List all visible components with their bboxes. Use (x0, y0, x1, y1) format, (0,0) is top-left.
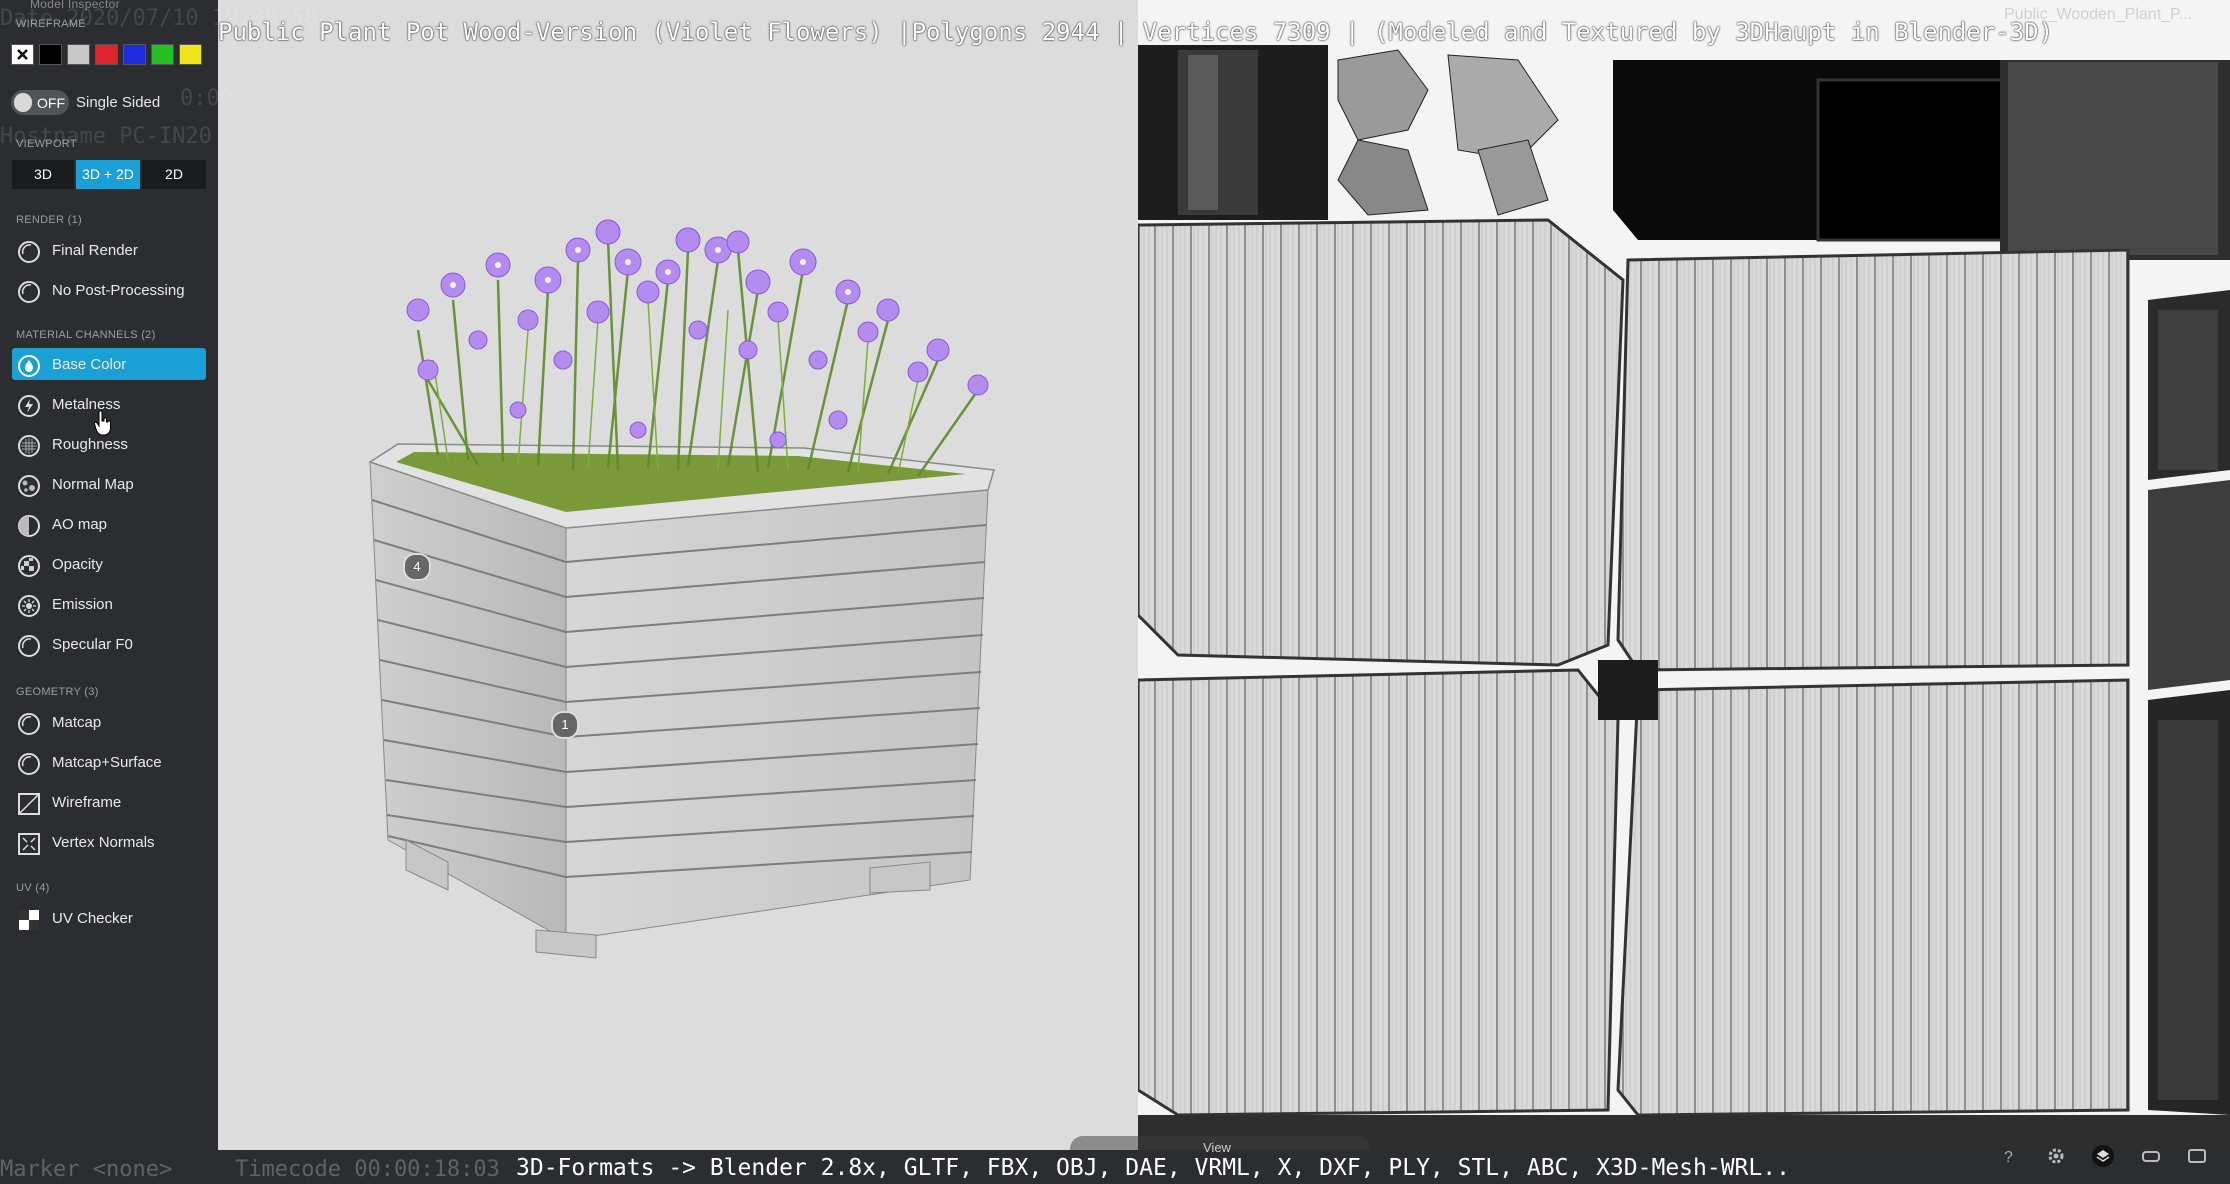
wireframe-color-yellow[interactable] (179, 44, 202, 65)
gear-icon[interactable] (2045, 1145, 2067, 1167)
item-label: Normal Map (52, 476, 134, 493)
time-overlay: 0:00 (180, 86, 233, 111)
model-title: Public Plant Pot Wood-Version (Violet Fl… (218, 18, 2054, 46)
fullscreen-icon[interactable] (2186, 1145, 2208, 1167)
geometry-matcap-surface[interactable]: Matcap+Surface (12, 746, 206, 778)
wireframe-color-none[interactable] (11, 44, 34, 65)
checker-icon (19, 910, 39, 930)
render-no-post-processing[interactable]: No Post-Processing (12, 274, 206, 306)
wireframe-icon (18, 793, 40, 815)
sphere-icon (18, 241, 40, 263)
viewport-2d-button[interactable]: 2D (142, 160, 206, 189)
toggle-knob (14, 93, 32, 112)
ao-icon (18, 515, 40, 537)
sun-icon (18, 595, 40, 617)
marker-overlay: Marker <none> (0, 1157, 173, 1182)
item-label: Vertex Normals (52, 834, 155, 851)
channel-base-color[interactable]: Base Color (12, 348, 206, 380)
geometry-matcap[interactable]: Matcap (12, 706, 206, 738)
annotation-marker[interactable]: 4 (403, 553, 431, 581)
viewport-3d-2d-button[interactable]: 3D + 2D (76, 160, 140, 189)
uv-section-title: UV (4) (16, 882, 50, 894)
item-label: Final Render (52, 242, 138, 259)
channel-ao-map[interactable]: AO map (12, 508, 206, 540)
planter-model (368, 219, 995, 959)
wireframe-color-green[interactable] (151, 44, 174, 65)
viewport-2d-uv[interactable] (1070, 0, 2230, 1162)
viewport-3d-button[interactable]: 3D (12, 160, 74, 189)
vr-headset-icon[interactable] (2140, 1145, 2162, 1167)
sphere-icon (18, 753, 40, 775)
layers-icon[interactable] (2092, 1145, 2114, 1167)
wireframe-color-gray[interactable] (67, 44, 90, 65)
sphere-icon (18, 635, 40, 657)
vertex-normals-icon (18, 833, 40, 855)
geometry-wireframe[interactable]: Wireframe (12, 786, 206, 818)
annotation-marker[interactable]: 1 (551, 711, 579, 739)
roughness-icon (18, 435, 40, 457)
item-label: Base Color (52, 356, 127, 373)
sphere-icon (18, 713, 40, 735)
uv-checker[interactable]: UV Checker (12, 902, 206, 934)
channel-emission[interactable]: Emission (12, 588, 206, 620)
render-final-render[interactable]: Final Render (12, 234, 206, 266)
viewport-3d[interactable]: 4 1 (218, 0, 1138, 1150)
timecode-overlay: Timecode 00:00:18:03 (235, 1157, 500, 1182)
single-sided-toggle[interactable]: OFF (11, 90, 69, 115)
hand-cursor-icon (94, 410, 111, 436)
color-drop-icon (18, 355, 40, 377)
item-label: Specular F0 (52, 636, 133, 653)
material-section-title: MATERIAL CHANNELS (2) (16, 329, 156, 341)
channel-normal-map[interactable]: Normal Map (12, 468, 206, 500)
render-section-title: RENDER (1) (16, 214, 82, 226)
metal-icon (18, 395, 40, 417)
single-sided-label: Single Sided (76, 94, 161, 111)
geometry-vertex-normals[interactable]: Vertex Normals (12, 826, 206, 858)
help-icon[interactable]: ? (1998, 1145, 2020, 1167)
item-label: Wireframe (52, 794, 122, 811)
toggle-state: OFF (37, 95, 65, 111)
item-label: Emission (52, 596, 113, 613)
geometry-section-title: GEOMETRY (3) (16, 686, 99, 698)
item-label: Opacity (52, 556, 103, 573)
wireframe-color-red[interactable] (95, 44, 118, 65)
date-overlay: Date 2020/07/10 19:38:58 (0, 6, 318, 31)
model-inspector-sidebar: Model Inspector WIREFRAME OFF Single Sid… (0, 0, 218, 1184)
uv-texture-map (1136, 45, 2230, 1150)
channel-specular-f0[interactable]: Specular F0 (12, 628, 206, 660)
formats-text: 3D-Formats -> Blender 2.8x, GLTF, FBX, O… (516, 1155, 1790, 1181)
channel-opacity[interactable]: Opacity (12, 548, 206, 580)
item-label: No Post-Processing (52, 282, 185, 299)
item-label: Matcap+Surface (52, 754, 162, 771)
item-label: AO map (52, 516, 108, 533)
normal-map-icon (18, 475, 40, 497)
wireframe-color-blue[interactable] (123, 44, 146, 65)
view-label: View (1203, 1140, 1231, 1155)
wireframe-color-black[interactable] (39, 44, 62, 65)
item-label: Matcap (52, 714, 102, 731)
item-label: UV Checker (52, 910, 133, 927)
svg-text:?: ? (2004, 1149, 2013, 1166)
sphere-icon (18, 281, 40, 303)
hostname-overlay: Hostname PC-IN20 (0, 124, 212, 149)
close-icon (17, 49, 28, 60)
item-label: Roughness (52, 436, 128, 453)
file-name: Public_Wooden_Plant_P... (2004, 6, 2192, 23)
checker-sphere-icon (18, 555, 40, 577)
